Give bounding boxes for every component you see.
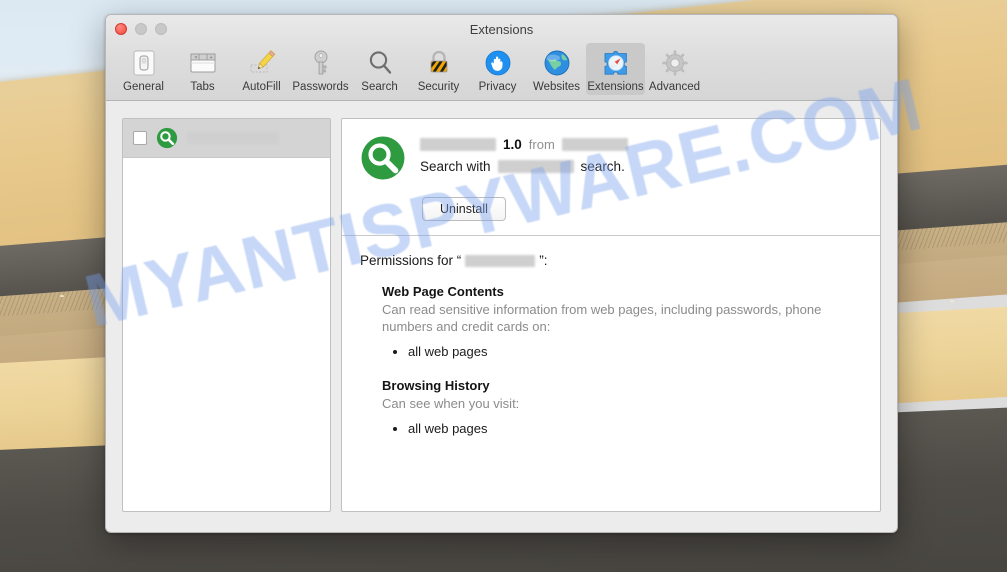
toolbar-label: Websites <box>533 81 580 93</box>
permission-group-title: Web Page Contents <box>382 284 862 299</box>
safari-preferences-window: Extensions General <box>105 14 898 533</box>
extension-title-row: 1.0 from <box>420 137 628 152</box>
toolbar-label: Extensions <box>587 81 643 93</box>
svg-text:×: × <box>194 55 197 61</box>
permissions-name-redacted <box>465 255 535 267</box>
advanced-icon <box>658 46 691 79</box>
security-icon <box>422 46 455 79</box>
toolbar-label: General <box>123 81 164 93</box>
search-icon <box>363 46 396 79</box>
extensions-icon <box>599 46 632 79</box>
tabs-icon: × + <box>186 46 219 79</box>
permissions-heading-suffix: ”: <box>539 253 547 268</box>
extension-name-redacted <box>420 138 496 151</box>
permission-item: all web pages <box>408 419 862 439</box>
toolbar-item-autofill[interactable]: AutoFill <box>232 43 291 95</box>
passwords-icon <box>304 46 337 79</box>
toolbar-item-tabs[interactable]: × + Tabs <box>173 43 232 95</box>
toolbar-label: Security <box>418 81 460 93</box>
permissions-section: Permissions for “ ”: Web Page Contents C… <box>342 236 880 448</box>
privacy-icon <box>481 46 514 79</box>
permission-group-browsing-history: Browsing History Can see when you visit:… <box>360 378 862 439</box>
extension-description: Search with search. <box>420 159 628 174</box>
window-chrome: Extensions General <box>106 15 897 101</box>
extension-enable-checkbox[interactable] <box>133 131 147 145</box>
preferences-toolbar[interactable]: General × + <box>114 43 889 95</box>
permission-group-description: Can read sensitive information from web … <box>382 301 842 335</box>
permission-group-items: all web pages <box>408 342 862 362</box>
extension-publisher-redacted <box>562 138 628 151</box>
extension-header: 1.0 from Search with search. Uninstall <box>342 119 880 236</box>
toolbar-item-security[interactable]: Security <box>409 43 468 95</box>
toolbar-item-general[interactable]: General <box>114 43 173 95</box>
toolbar-item-privacy[interactable]: Privacy <box>468 43 527 95</box>
extension-detail-panel: 1.0 from Search with search. Uninstall <box>341 118 881 512</box>
description-prefix: Search with <box>420 159 491 174</box>
green-magnifier-icon <box>360 135 406 181</box>
toolbar-label: AutoFill <box>242 81 280 93</box>
permission-item: all web pages <box>408 342 862 362</box>
from-label: from <box>529 137 555 152</box>
sand-speck <box>950 300 954 302</box>
preferences-content: 1.0 from Search with search. Uninstall <box>106 102 897 532</box>
toolbar-item-extensions[interactable]: Extensions <box>586 43 645 95</box>
autofill-icon <box>245 46 278 79</box>
description-name-redacted <box>498 160 574 173</box>
toolbar-label: Advanced <box>649 81 700 93</box>
permission-group-items: all web pages <box>408 419 862 439</box>
extension-version: 1.0 <box>503 137 522 152</box>
desktop-background: Extensions General <box>0 0 1007 572</box>
description-suffix: search. <box>581 159 625 174</box>
list-item[interactable] <box>123 119 330 158</box>
permission-group-title: Browsing History <box>382 378 862 393</box>
general-icon <box>127 46 160 79</box>
toolbar-item-passwords[interactable]: Passwords <box>291 43 350 95</box>
uninstall-button[interactable]: Uninstall <box>422 197 506 221</box>
toolbar-label: Tabs <box>190 81 214 93</box>
svg-text:+: + <box>209 55 212 61</box>
toolbar-label: Privacy <box>479 81 517 93</box>
websites-icon <box>540 46 573 79</box>
extensions-list[interactable] <box>122 118 331 512</box>
toolbar-item-search[interactable]: Search <box>350 43 409 95</box>
permissions-heading: Permissions for “ ”: <box>360 253 862 268</box>
sand-speck <box>60 295 64 297</box>
toolbar-item-websites[interactable]: Websites <box>527 43 586 95</box>
extension-name-redacted <box>187 132 279 144</box>
green-magnifier-icon <box>156 127 178 149</box>
window-title: Extensions <box>106 22 897 37</box>
permission-group-description: Can see when you visit: <box>382 395 842 412</box>
permissions-heading-prefix: Permissions for “ <box>360 253 461 268</box>
toolbar-label: Search <box>361 81 397 93</box>
toolbar-label: Passwords <box>292 81 348 93</box>
permission-group-web-page-contents: Web Page Contents Can read sensitive inf… <box>360 284 862 362</box>
toolbar-item-advanced[interactable]: Advanced <box>645 43 704 95</box>
